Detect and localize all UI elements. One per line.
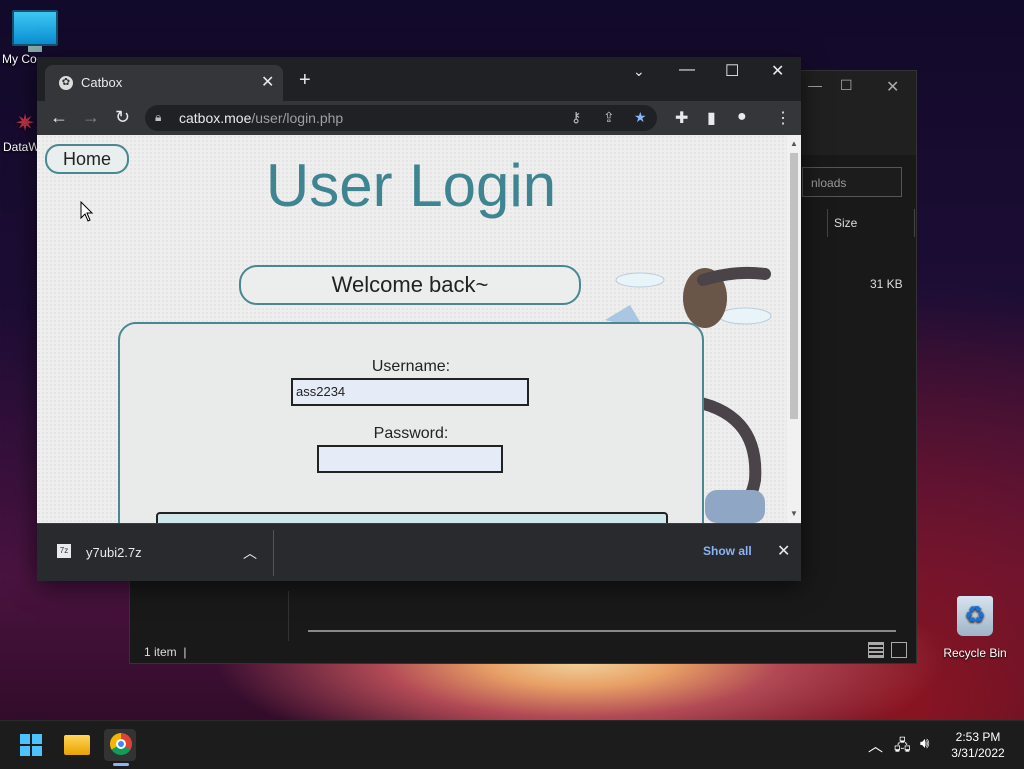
profile-icon[interactable]: ● bbox=[737, 108, 747, 126]
tab-catbox[interactable]: ✿ Catbox ✕ bbox=[45, 65, 283, 101]
desktop-icon-label: Recycle Bin bbox=[943, 646, 1007, 660]
details-view-icon[interactable] bbox=[868, 642, 884, 658]
chevron-up-tray-icon[interactable]: ︿ bbox=[868, 735, 883, 756]
url-text[interactable]: catbox.moe/user/login.php bbox=[179, 110, 343, 126]
active-app-indicator bbox=[113, 763, 129, 766]
network-icon[interactable]: 🖧︎ bbox=[894, 735, 911, 760]
browser-window[interactable]: ✿ Catbox ✕ + ⌄ — ☐ ✕ ← → ↻ 🔒︎ catbox.moe… bbox=[37, 57, 801, 581]
taskbar: ︿ 🖧︎ 🔊︎ 2:53 PM 3/31/2022 bbox=[0, 720, 1024, 769]
chrome-icon[interactable] bbox=[110, 733, 132, 755]
scrollbar-thumb[interactable] bbox=[790, 153, 798, 419]
download-shelf: 7z y7ubi2.7z ︿ Show all ✕ bbox=[37, 523, 801, 581]
archive-file-icon: 7z bbox=[57, 544, 71, 558]
reload-icon[interactable]: ↻ bbox=[115, 107, 130, 128]
show-all-button[interactable]: Show all bbox=[703, 544, 752, 558]
minimize-icon[interactable]: — bbox=[679, 61, 695, 79]
welcome-banner: Welcome back~ bbox=[239, 265, 581, 305]
forward-icon[interactable]: → bbox=[82, 107, 100, 128]
page-scrollbar[interactable]: ▲ ▼ bbox=[787, 135, 801, 523]
back-icon[interactable]: ← bbox=[50, 107, 68, 128]
catbox-favicon-icon: ✿ bbox=[59, 76, 73, 90]
tab-title: Catbox bbox=[81, 75, 123, 90]
large-icons-view-icon[interactable] bbox=[891, 642, 907, 658]
address-bar[interactable]: 🔒︎ catbox.moe/user/login.php ⚷ ⇪ ★ bbox=[145, 105, 657, 131]
desktop-icon-datawrapper[interactable]: ✷ DataW bbox=[0, 108, 40, 154]
status-item-count: 1 item | bbox=[144, 645, 187, 659]
monitor-icon bbox=[12, 10, 58, 46]
column-header-size[interactable]: Size bbox=[827, 209, 915, 237]
horizontal-scrollbar[interactable] bbox=[308, 630, 896, 632]
file-size: 31 KB bbox=[870, 277, 903, 291]
file-explorer-icon[interactable] bbox=[64, 735, 90, 755]
browser-toolbar: ← → ↻ 🔒︎ catbox.moe/user/login.php ⚷ ⇪ ★… bbox=[37, 101, 801, 135]
tab-search-chevron-icon[interactable]: ⌄ bbox=[633, 63, 645, 80]
username-input[interactable]: ass2234 bbox=[291, 378, 529, 406]
desktop-icon-recycle-bin[interactable]: ♻ Recycle Bin bbox=[940, 596, 1010, 660]
close-icon[interactable]: ✕ bbox=[886, 77, 899, 97]
new-tab-icon[interactable]: + bbox=[299, 69, 311, 92]
close-shelf-icon[interactable]: ✕ bbox=[777, 541, 790, 561]
login-button[interactable] bbox=[156, 512, 668, 523]
key-icon[interactable]: ⚷ bbox=[571, 109, 581, 126]
datawrapper-icon: ✷ bbox=[14, 110, 36, 137]
clock-date: 3/31/2022 bbox=[951, 746, 1005, 760]
explorer-search-input[interactable]: nloads bbox=[802, 167, 902, 197]
download-filename[interactable]: y7ubi2.7z bbox=[86, 545, 142, 560]
start-button-windows-icon[interactable] bbox=[20, 734, 42, 756]
shelf-divider bbox=[273, 530, 274, 576]
username-label: Username: bbox=[371, 358, 451, 375]
login-panel: Username: ass2234 Password: bbox=[118, 322, 704, 523]
mouse-cursor-icon bbox=[80, 201, 94, 222]
extensions-icon[interactable]: ✚ bbox=[675, 108, 688, 128]
scroll-down-icon[interactable]: ▼ bbox=[790, 509, 798, 518]
web-page: Home User Login Welcome back~ Username: … bbox=[37, 135, 787, 523]
scroll-up-icon[interactable]: ▲ bbox=[790, 139, 798, 148]
maximize-icon[interactable]: ☐ bbox=[725, 61, 739, 81]
pane-divider[interactable] bbox=[288, 591, 289, 641]
side-panel-icon[interactable]: ▮ bbox=[707, 108, 716, 128]
share-icon[interactable]: ⇪ bbox=[603, 109, 615, 126]
close-icon[interactable]: ✕ bbox=[771, 61, 784, 81]
password-label: Password: bbox=[373, 425, 449, 442]
chevron-up-icon[interactable]: ︿ bbox=[243, 543, 257, 563]
minimize-icon[interactable]: — bbox=[808, 77, 822, 93]
page-title: User Login bbox=[265, 152, 557, 219]
bookmark-star-icon[interactable]: ★ bbox=[634, 109, 647, 126]
recycle-bin-icon: ♻ bbox=[957, 596, 993, 636]
password-input[interactable] bbox=[317, 445, 503, 473]
maximize-icon[interactable]: ☐ bbox=[840, 77, 853, 94]
tab-close-icon[interactable]: ✕ bbox=[261, 72, 274, 92]
volume-icon[interactable]: 🔊︎ bbox=[920, 735, 929, 752]
menu-kebab-icon[interactable]: ⋮ bbox=[775, 108, 791, 128]
clock-time: 2:53 PM bbox=[955, 730, 1001, 744]
lock-icon[interactable]: 🔒︎ bbox=[155, 110, 161, 125]
desktop-icon-label: DataW bbox=[3, 140, 40, 154]
clock[interactable]: 2:53 PM 3/31/2022 bbox=[946, 729, 1010, 761]
